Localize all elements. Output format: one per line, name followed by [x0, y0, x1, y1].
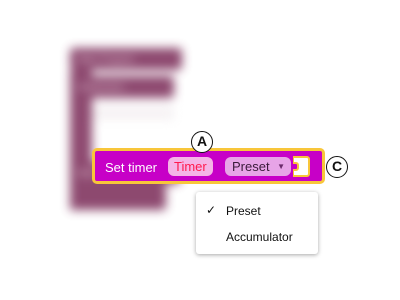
value-input-connector[interactable]	[293, 155, 311, 178]
init-label: Initialization	[78, 82, 126, 92]
block-label: Set timer	[105, 160, 158, 175]
chevron-down-icon: ▼	[277, 162, 285, 171]
menu-item-label: Accumulator	[226, 230, 293, 244]
mode-dropdown-menu: ✓ Preset Accumulator	[196, 192, 318, 254]
program-title: Main Program	[78, 54, 135, 64]
set-timer-block[interactable]: Set timer Timer Preset ▼	[92, 148, 325, 184]
menu-item-preset[interactable]: ✓ Preset	[196, 199, 318, 221]
mode-dropdown-value: Preset	[232, 159, 270, 174]
menu-item-accumulator[interactable]: Accumulator	[196, 225, 318, 247]
callout-marker-c: C	[326, 156, 348, 178]
init-slot-shape	[92, 106, 174, 120]
loop-body-shape	[70, 184, 166, 210]
menu-item-label: Preset	[226, 204, 261, 218]
checkmark-icon: ✓	[206, 203, 217, 217]
background-program-block: Main Program Initialization Main Loop	[66, 44, 188, 216]
callout-marker-a: A	[191, 131, 213, 153]
timer-field[interactable]: Timer	[168, 157, 213, 176]
mode-dropdown[interactable]: Preset ▼	[225, 157, 291, 176]
